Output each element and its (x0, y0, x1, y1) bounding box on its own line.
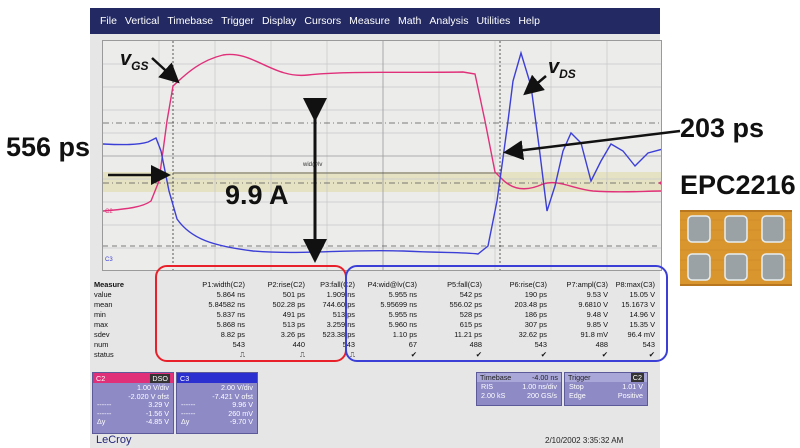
waveform-display[interactable]: wid@lv C2 C3 (102, 40, 662, 271)
measure-row-label: sdev (94, 330, 110, 339)
waveform-svg: wid@lv C2 C3 (103, 41, 661, 270)
c3-tag: C3 (180, 373, 190, 383)
vds-label: vDS (548, 56, 576, 81)
menu-cursors[interactable]: Cursors (300, 15, 345, 27)
menu-bar: File Vertical Timebase Trigger Display C… (90, 8, 660, 34)
c2-panel-header: C2 DSO (93, 373, 173, 383)
measure-row-label: num (94, 340, 109, 349)
measure-title: Measure (94, 280, 124, 289)
trigger-panel[interactable]: Trigger C2 Stop 1.01 V Edge Positive (564, 372, 648, 406)
menu-timebase[interactable]: Timebase (163, 15, 217, 27)
amps-label: 9.9 A (225, 180, 289, 210)
c3-vdiv-line: 2.00 V/div (221, 383, 253, 392)
menu-vertical[interactable]: Vertical (121, 15, 163, 27)
c2-tag2: DSO (150, 373, 170, 383)
menu-math[interactable]: Math (394, 15, 425, 27)
measure-row-label: max (94, 320, 108, 329)
c2-l1-line: ------ 3.29 V (97, 400, 169, 410)
measure-row-label: status (94, 350, 114, 359)
level-band (103, 172, 661, 192)
brand-logo: LeCroy (96, 434, 132, 446)
timebase-samples-line: 2.00 kS 200 GS/s (481, 390, 557, 400)
timebase-ris-line: RIS 1.00 ns/div (481, 382, 557, 391)
c3-l2-line: ------ 260 mV (181, 408, 253, 418)
c2-vdiv-line: 1.00 V/div (137, 383, 169, 392)
c3-offset-line: -7.421 V ofst (212, 391, 253, 401)
c3-trace-label: C3 (105, 257, 113, 263)
blue-highlight-box (345, 265, 668, 362)
menu-help[interactable]: Help (514, 15, 544, 27)
ps556-label: 556 ps (6, 132, 91, 162)
menu-analysis[interactable]: Analysis (425, 15, 472, 27)
timebase-header: Timebase -4.00 ns (477, 373, 561, 382)
timebase-panel[interactable]: Timebase -4.00 ns RIS 1.00 ns/div 2.00 kS 2… (476, 372, 562, 406)
c3-l1-line: ------ 9.96 V (181, 400, 253, 410)
c3-panel-header: C3 (177, 373, 257, 383)
menu-utilities[interactable]: Utilities (472, 15, 514, 27)
datetime: 2/10/2002 3:35:32 AM (545, 436, 624, 445)
channel-c2-panel[interactable]: C2 DSO 1.00 V/div -2.020 V ofst ------ 3.… (92, 372, 174, 434)
menu-measure[interactable]: Measure (345, 15, 394, 27)
part-label: EPC2216 (680, 170, 796, 200)
menu-file[interactable]: File (96, 15, 121, 27)
vgs-label: vGS (120, 48, 149, 73)
c2-l2-line: ------ -1.56 V (97, 408, 169, 418)
trigger-header: Trigger C2 (565, 373, 647, 382)
trigger-stop-line: Stop 1.01 V (569, 382, 643, 391)
ps203-label: 203 ps (680, 113, 765, 143)
c2-tag: C2 (96, 373, 106, 383)
red-highlight-box (155, 265, 347, 362)
epc2216-chip-image (680, 210, 792, 286)
vds-trace (103, 50, 661, 255)
c2-offset-line: -2.020 V ofst (128, 391, 169, 401)
c3-dy-line: Δy -9.70 V (181, 417, 253, 427)
measure-row-label: value (94, 290, 112, 299)
wid-level-label: wid@lv (302, 162, 322, 168)
menu-trigger[interactable]: Trigger (217, 15, 258, 27)
measure-row-label: min (94, 310, 106, 319)
channel-c3-panel[interactable]: C3 2.00 V/div -7.421 V ofst ------ 9.96 V… (176, 372, 258, 434)
c2-dy-line: Δy -4.85 V (97, 417, 169, 427)
menu-display[interactable]: Display (258, 15, 300, 27)
c2-trace-label: C2 (105, 209, 113, 215)
trigger-edge-line: Edge Positive (569, 390, 643, 400)
measure-row-label: mean (94, 300, 113, 309)
